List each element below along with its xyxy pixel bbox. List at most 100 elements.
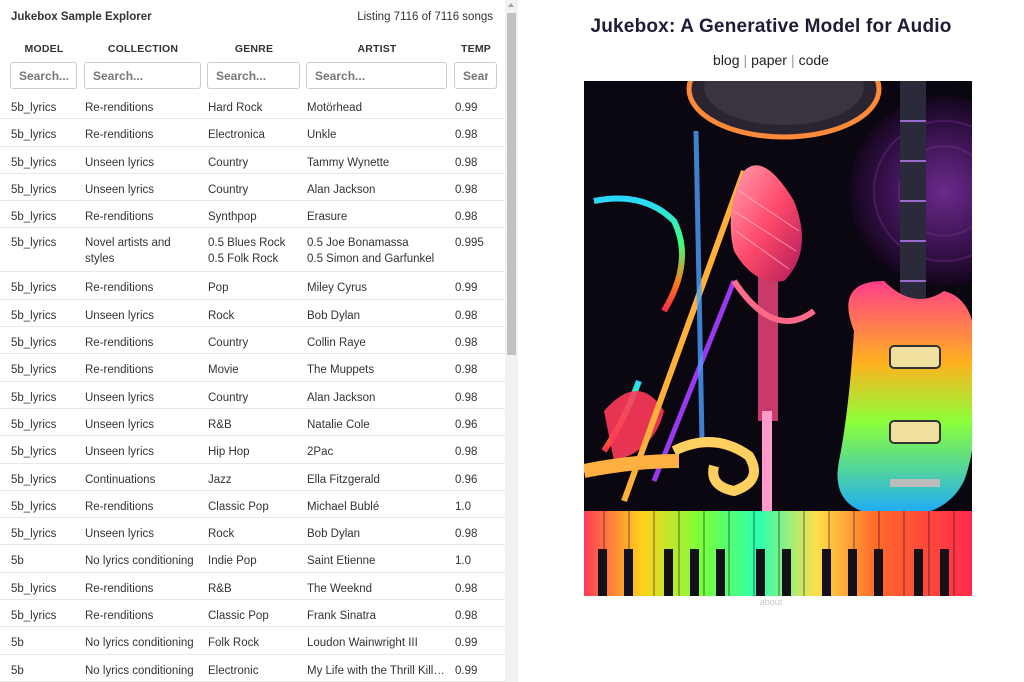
cell-model: 5b_lyrics xyxy=(11,610,57,623)
column-header-model[interactable]: MODEL xyxy=(11,43,77,55)
cell-model: 5b_lyrics xyxy=(11,211,57,224)
cell-genre: Rock xyxy=(208,528,235,541)
table-row[interactable]: 5b_lyrics Re-renditions Synthpop Erasure 0.9… xyxy=(0,201,505,229)
search-temp-input[interactable] xyxy=(454,62,497,89)
cell-collection: Unseen lyrics xyxy=(85,309,155,322)
cell-genre: Jazz xyxy=(208,473,232,486)
page-title: Jukebox: A Generative Model for Audio xyxy=(590,16,952,37)
table-row[interactable]: 5b_lyrics Unseen lyrics Country Alan Jackso… xyxy=(0,174,505,202)
cell-collection: Novel artists and styles xyxy=(85,237,171,266)
cell-temp: 0.98 xyxy=(455,156,478,169)
paper-link[interactable]: paper xyxy=(751,52,787,68)
table-row[interactable]: 5b_lyrics Re-renditions Electronica Unkle 0.… xyxy=(0,119,505,147)
about-link[interactable]: about xyxy=(518,597,1024,607)
table-row[interactable]: 5b_lyrics Unseen lyrics Rock Bob Dylan 0.98 xyxy=(0,518,505,546)
cell-artist: 0.5 Joe Bonamassa 0.5 Simon and Garfunkel xyxy=(307,235,448,267)
cell-collection: Re-renditions xyxy=(85,282,154,295)
cell-artist: Bob Dylan xyxy=(307,309,361,322)
cell-genre: R&B xyxy=(208,418,232,431)
cell-genre: Classic Pop xyxy=(208,610,269,623)
cell-artist: Saint Etienne xyxy=(307,555,376,568)
table-row[interactable]: 5b_lyrics Novel artists and styles 0.5 Blu… xyxy=(0,228,505,273)
table-row[interactable]: 5b_lyrics Re-renditions Hard Rock Motörhead… xyxy=(0,92,505,120)
cell-genre: Country xyxy=(208,156,249,169)
cell-temp: 0.99 xyxy=(455,637,478,650)
cell-model: 5b_lyrics xyxy=(11,309,57,322)
cell-temp: 0.98 xyxy=(455,183,478,196)
search-genre-input[interactable] xyxy=(207,62,300,89)
table-row[interactable]: 5b_lyrics Re-renditions Classic Pop Frank S… xyxy=(0,600,505,628)
link-separator: | xyxy=(790,52,795,68)
cell-genre: Movie xyxy=(208,364,239,377)
cell-temp: 0.98 xyxy=(455,582,478,595)
table-row[interactable]: 5b_lyrics Re-renditions R&B The Weeknd 0.98 xyxy=(0,573,505,601)
cell-collection: Unseen lyrics xyxy=(85,528,155,541)
table-row[interactable]: 5b_lyrics Unseen lyrics Country Tammy Wynet… xyxy=(0,147,505,174)
table-row[interactable]: 5b No lyrics conditioning Electronic My Lif… xyxy=(0,655,505,682)
cell-artist: Ella Fitzgerald xyxy=(307,473,380,486)
column-header-collection[interactable]: COLLECTION xyxy=(85,43,201,55)
scroll-up-arrow-icon[interactable] xyxy=(508,3,514,7)
code-link[interactable]: code xyxy=(799,52,829,68)
cell-collection: Re-renditions xyxy=(85,129,154,142)
table-row[interactable]: 5b_lyrics Unseen lyrics Rock Bob Dylan 0.98 xyxy=(0,300,505,328)
cell-genre: Indie Pop xyxy=(208,555,257,568)
search-artist-input[interactable] xyxy=(306,62,447,89)
blog-link[interactable]: blog xyxy=(713,52,739,68)
cell-model: 5b_lyrics xyxy=(11,183,57,196)
samples-table-body: 5b_lyrics Re-renditions Hard Rock Motörhead… xyxy=(0,92,505,682)
cell-temp: 0.96 xyxy=(455,473,478,486)
cell-artist: Natalie Cole xyxy=(307,418,370,431)
links-bar: blog | paper | code xyxy=(518,52,1024,68)
cell-collection: Re-renditions xyxy=(85,364,154,377)
cell-collection: Continuations xyxy=(85,473,156,486)
table-row[interactable]: 5b_lyrics Unseen lyrics R&B Natalie Cole 0.9… xyxy=(0,409,505,437)
cell-genre: Country xyxy=(208,337,249,350)
cell-model: 5b_lyrics xyxy=(11,418,57,431)
cell-collection: Re-renditions xyxy=(85,610,154,623)
cell-model: 5b_lyrics xyxy=(11,102,57,114)
table-row[interactable]: 5b No lyrics conditioning Folk Rock Loudon … xyxy=(0,627,505,655)
sample-explorer-panel: Jukebox Sample Explorer Listing 7116 of … xyxy=(0,0,518,682)
hero-instruments-image xyxy=(584,81,972,596)
cell-genre: Country xyxy=(208,391,249,404)
cell-artist: Motörhead xyxy=(307,102,362,114)
cell-model: 5b xyxy=(11,555,24,568)
search-collection-input[interactable] xyxy=(84,62,201,89)
cell-collection: No lyrics conditioning xyxy=(85,555,194,568)
cell-collection: Re-renditions xyxy=(85,211,154,224)
cell-genre: Country xyxy=(208,183,249,196)
cell-artist: Alan Jackson xyxy=(307,391,376,404)
table-row[interactable]: 5b_lyrics Unseen lyrics Hip Hop 2Pac 0.98 xyxy=(0,436,505,464)
cell-genre: R&B xyxy=(208,582,232,595)
column-header-artist[interactable]: ARTIST xyxy=(307,43,447,55)
search-model-input[interactable] xyxy=(10,62,77,89)
cell-collection: Re-renditions xyxy=(85,582,154,595)
column-header-temp[interactable]: TEMP xyxy=(455,43,497,55)
cell-model: 5b_lyrics xyxy=(11,473,57,486)
link-separator: | xyxy=(743,52,748,68)
cell-model: 5b_lyrics xyxy=(11,237,57,250)
cell-genre: 0.5 Blues Rock 0.5 Folk Rock xyxy=(208,235,303,267)
cell-artist: The Weeknd xyxy=(307,582,372,595)
table-row[interactable]: 5b_lyrics Re-renditions Movie The Muppets 0.… xyxy=(0,354,505,382)
table-scrollbar[interactable] xyxy=(505,0,518,682)
table-row[interactable]: 5b_lyrics Re-renditions Classic Pop Michael… xyxy=(0,491,505,519)
table-header: MODEL COLLECTION GENRE ARTIST TEMP xyxy=(0,40,505,92)
cell-artist: Frank Sinatra xyxy=(307,610,377,623)
cell-model: 5b_lyrics xyxy=(11,364,57,377)
table-row[interactable]: 5b_lyrics Re-renditions Pop Miley Cyrus 0.99 xyxy=(0,272,505,300)
cell-genre: Hard Rock xyxy=(208,102,263,114)
table-row[interactable]: 5b_lyrics Continuations Jazz Ella Fitzgeral… xyxy=(0,464,505,491)
table-row[interactable]: 5b_lyrics Re-renditions Country Collin Raye… xyxy=(0,327,505,355)
table-row[interactable]: 5b_lyrics Unseen lyrics Country Alan Jackso… xyxy=(0,382,505,409)
column-header-genre[interactable]: GENRE xyxy=(208,43,300,55)
table-row[interactable]: 5b No lyrics conditioning Indie Pop Saint E… xyxy=(0,545,505,573)
cell-model: 5b_lyrics xyxy=(11,156,57,169)
scrollbar-thumb[interactable] xyxy=(507,13,516,355)
cell-temp: 0.98 xyxy=(455,364,478,377)
cell-temp: 0.98 xyxy=(455,129,478,142)
explorer-header: Jukebox Sample Explorer Listing 7116 of … xyxy=(0,0,505,36)
cell-artist: Erasure xyxy=(307,211,348,224)
info-panel: Jukebox: A Generative Model for Audio bl… xyxy=(518,0,1024,682)
